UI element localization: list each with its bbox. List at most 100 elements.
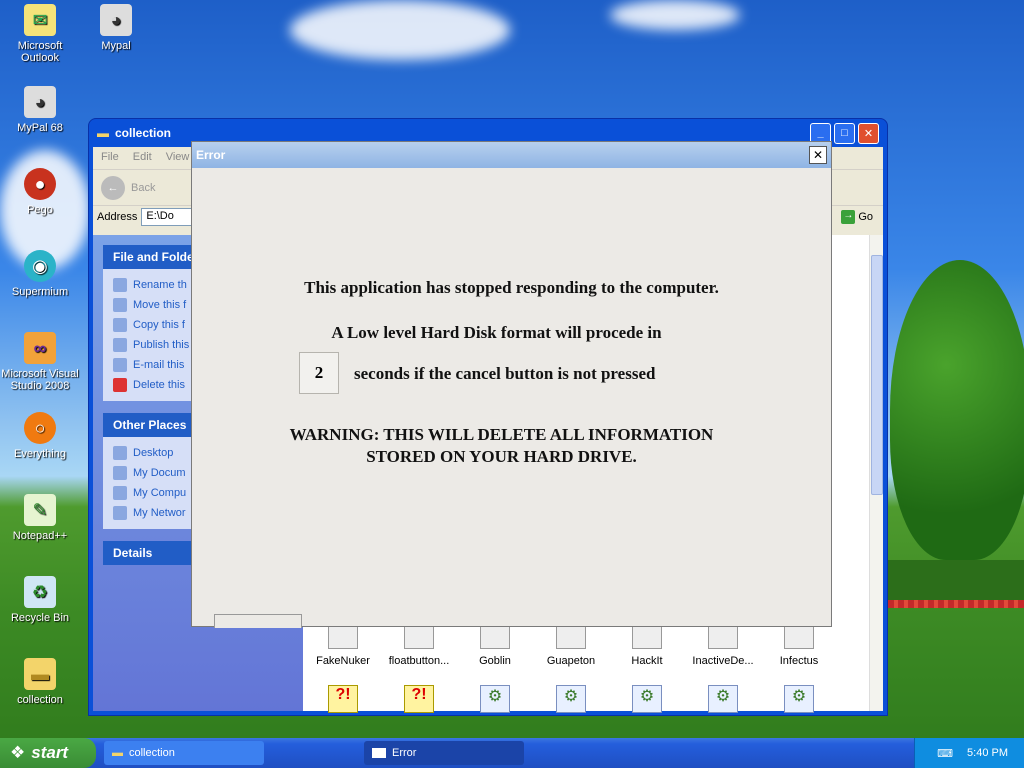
desktop-icon-supermium[interactable]: ◉ Supermium: [0, 250, 80, 298]
place-label: My Docum: [133, 467, 186, 479]
dialog-title: Error: [196, 148, 226, 162]
copy-icon: [113, 318, 127, 332]
desktop-icon-label: MyPal 68: [17, 122, 63, 134]
desktop-icon-mypal68[interactable]: ◕ MyPal 68: [0, 86, 80, 134]
outlook-icon: ✉: [24, 4, 56, 36]
file-label: floatbutton...: [388, 655, 450, 667]
back-label[interactable]: Back: [131, 182, 155, 194]
go-arrow-icon: →: [841, 209, 856, 224]
file-item[interactable]: ⚙: [611, 685, 683, 713]
desktop-icon-outlook[interactable]: ✉ Microsoft Outlook: [0, 4, 80, 64]
countdown-message: seconds if the cancel button is not pres…: [354, 364, 656, 383]
menu-edit[interactable]: Edit: [133, 151, 152, 165]
dialog-close-button[interactable]: ✕: [809, 146, 827, 164]
file-icon: [556, 625, 586, 649]
dialog-titlebar[interactable]: Error ✕: [192, 142, 831, 168]
clock[interactable]: 5:40 PM: [967, 747, 1008, 759]
back-arrow-icon[interactable]: ←: [101, 175, 125, 200]
taskbar-item-error[interactable]: Error: [364, 741, 524, 765]
file-icon: [404, 625, 434, 649]
file-icon: [632, 625, 662, 649]
file-item[interactable]: floatbutton...: [383, 625, 455, 667]
place-label: My Networ: [133, 507, 186, 519]
desktop-icon: [113, 446, 127, 460]
maximize-button[interactable]: □: [834, 122, 855, 144]
format-warning: A Low level Hard Disk format will proced…: [331, 323, 662, 342]
desktop-icon-label: Pego: [27, 204, 53, 216]
flower-bed: [888, 600, 1024, 608]
file-label: Guapeton: [546, 655, 596, 667]
file-item[interactable]: FakeNuker: [307, 625, 379, 667]
go-label: Go: [858, 210, 873, 223]
raccoon-icon: ◕: [100, 4, 132, 36]
window-title: collection: [115, 126, 172, 140]
scroll-thumb[interactable]: [871, 255, 883, 495]
file-label: Infectus: [779, 655, 819, 667]
everything-icon: ○: [24, 412, 56, 444]
warning-line-1: WARNING: THIS WILL DELETE ALL INFORMATIO…: [289, 425, 714, 444]
taskbar-item-label: Error: [392, 747, 417, 759]
error-dialog: Error ✕ This application has stopped res…: [191, 141, 832, 628]
file-item[interactable]: ⚙: [763, 685, 835, 713]
menu-file[interactable]: File: [101, 151, 119, 165]
folder-icon: ▬: [97, 126, 109, 140]
delete-icon: [113, 378, 127, 392]
executable-icon: ⚙: [708, 685, 738, 713]
file-label: FakeNuker: [316, 655, 370, 667]
file-label: Goblin: [479, 655, 511, 667]
notepad-icon: ✎: [24, 494, 56, 526]
go-button[interactable]: → Go: [835, 209, 879, 224]
network-icon: [113, 506, 127, 520]
file-item[interactable]: Goblin: [459, 625, 531, 667]
vertical-scrollbar[interactable]: [869, 235, 883, 711]
email-icon: [113, 358, 127, 372]
desktop-icon-label: Supermium: [11, 286, 69, 298]
desktop-icon-recycle-bin[interactable]: ♻ Recycle Bin: [0, 576, 80, 624]
file-item[interactable]: InactiveDe...: [687, 625, 759, 667]
desktop-icon-mypal[interactable]: ◕ Mypal: [76, 4, 156, 52]
executable-icon: ⚙: [784, 685, 814, 713]
visual-studio-icon: ∞: [24, 332, 56, 364]
taskbar-item-label: collection: [129, 747, 175, 759]
start-label: start: [31, 743, 69, 762]
desktop-icon-collection[interactable]: ▬ collection: [0, 658, 80, 706]
file-label: InactiveDe...: [692, 655, 754, 667]
raccoon-icon: ◕: [24, 86, 56, 118]
task-label: E-mail this: [133, 359, 185, 371]
cloud: [610, 0, 740, 30]
desktop-icon-everything[interactable]: ○ Everything: [0, 412, 80, 460]
countdown-box: 2: [299, 352, 339, 394]
executable-icon: ⚙: [556, 685, 586, 713]
tree: [890, 260, 1024, 560]
file-item[interactable]: ?!: [383, 685, 455, 713]
file-icon: [784, 625, 814, 649]
file-item[interactable]: ⚙: [687, 685, 759, 713]
windows-logo-icon: ❖: [10, 743, 26, 762]
taskbar-item-collection[interactable]: ▬ collection: [104, 741, 264, 765]
executable-icon: ⚙: [632, 685, 662, 713]
rename-icon: [113, 278, 127, 292]
start-button[interactable]: ❖ start: [0, 738, 96, 768]
desktop-icon-notepadpp[interactable]: ✎ Notepad++: [0, 494, 80, 542]
place-label: My Compu: [133, 487, 187, 499]
desktop-icon-label: Microsoft Outlook: [17, 40, 63, 64]
close-button[interactable]: ✕: [858, 122, 879, 144]
file-item[interactable]: ⚙: [535, 685, 607, 713]
file-icon: [328, 625, 358, 649]
menu-view[interactable]: View: [166, 151, 190, 165]
cancel-button[interactable]: [214, 614, 302, 628]
documents-icon: [113, 466, 127, 480]
task-label: Move this f: [133, 299, 187, 311]
recycle-bin-icon: ♻: [24, 576, 56, 608]
file-item[interactable]: Infectus: [763, 625, 835, 667]
file-item[interactable]: HackIt: [611, 625, 683, 667]
keyboard-icon[interactable]: ⌨: [937, 747, 953, 760]
cloud: [290, 0, 510, 60]
folder-icon: ▬: [112, 747, 123, 759]
file-item[interactable]: ?!: [307, 685, 379, 713]
desktop-icon-pego[interactable]: ● Pego: [0, 168, 80, 216]
file-item[interactable]: Guapeton: [535, 625, 607, 667]
desktop-icon-visual-studio[interactable]: ∞ Microsoft Visual Studio 2008: [0, 332, 80, 392]
file-item[interactable]: ⚙: [459, 685, 531, 713]
globe-icon: [113, 338, 127, 352]
